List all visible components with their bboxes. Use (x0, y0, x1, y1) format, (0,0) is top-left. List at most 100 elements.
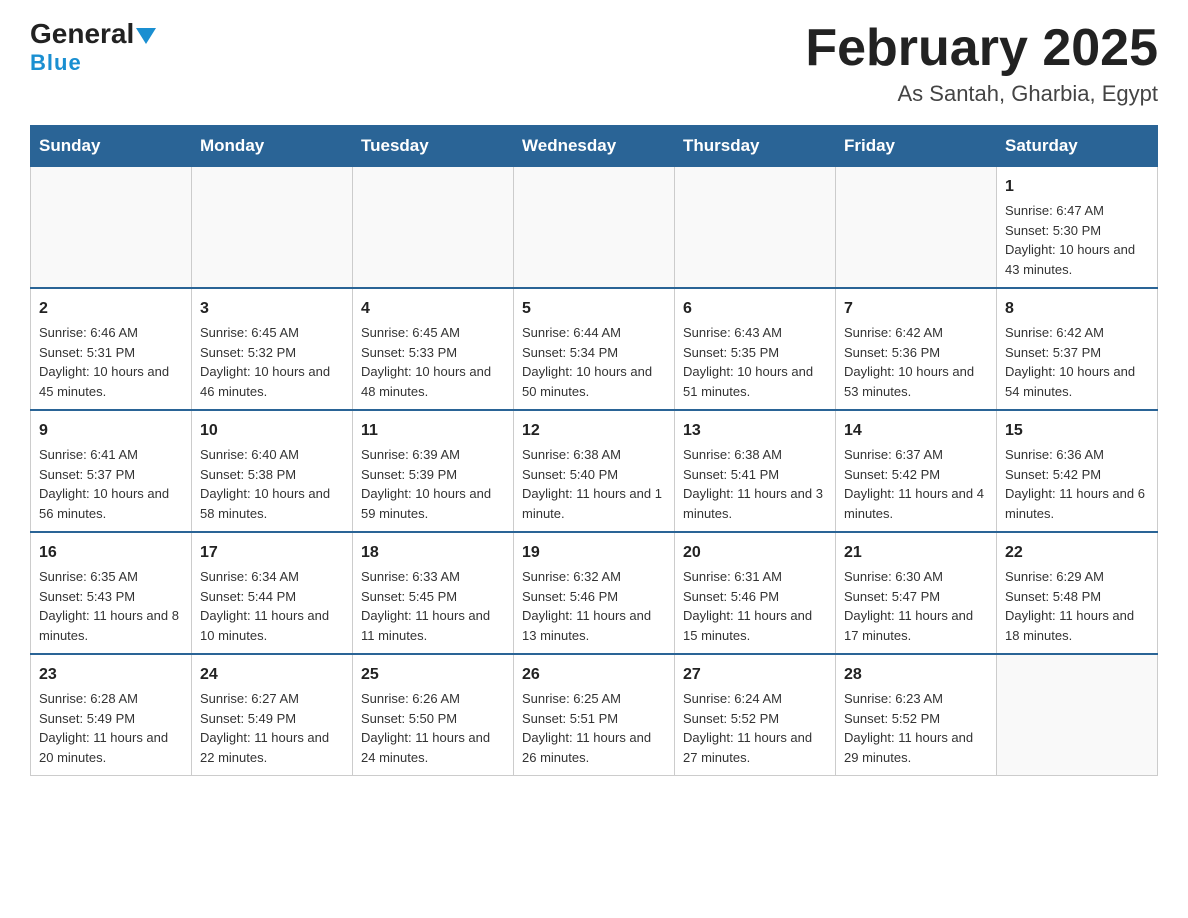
day-number: 15 (1005, 419, 1149, 443)
sun-info: Sunrise: 6:41 AMSunset: 5:37 PMDaylight:… (39, 445, 183, 523)
sun-info: Sunrise: 6:38 AMSunset: 5:40 PMDaylight:… (522, 445, 666, 523)
calendar-cell: 4Sunrise: 6:45 AMSunset: 5:33 PMDaylight… (353, 288, 514, 410)
day-number: 20 (683, 541, 827, 565)
calendar-title: February 2025 (805, 20, 1158, 77)
logo-triangle-icon (136, 28, 156, 44)
calendar-cell: 2Sunrise: 6:46 AMSunset: 5:31 PMDaylight… (31, 288, 192, 410)
sun-info: Sunrise: 6:46 AMSunset: 5:31 PMDaylight:… (39, 323, 183, 401)
calendar-cell: 1Sunrise: 6:47 AMSunset: 5:30 PMDaylight… (997, 167, 1158, 289)
day-number: 2 (39, 297, 183, 321)
day-number: 23 (39, 663, 183, 687)
day-number: 25 (361, 663, 505, 687)
calendar-cell (353, 167, 514, 289)
days-row: SundayMondayTuesdayWednesdayThursdayFrid… (31, 126, 1158, 167)
calendar-cell (192, 167, 353, 289)
page-header: General Blue February 2025 As Santah, Gh… (30, 20, 1158, 107)
calendar-cell (836, 167, 997, 289)
calendar-cell: 22Sunrise: 6:29 AMSunset: 5:48 PMDayligh… (997, 532, 1158, 654)
calendar-cell: 17Sunrise: 6:34 AMSunset: 5:44 PMDayligh… (192, 532, 353, 654)
calendar-cell: 18Sunrise: 6:33 AMSunset: 5:45 PMDayligh… (353, 532, 514, 654)
sun-info: Sunrise: 6:33 AMSunset: 5:45 PMDaylight:… (361, 567, 505, 645)
calendar-cell: 28Sunrise: 6:23 AMSunset: 5:52 PMDayligh… (836, 654, 997, 776)
sun-info: Sunrise: 6:47 AMSunset: 5:30 PMDaylight:… (1005, 201, 1149, 279)
day-number: 11 (361, 419, 505, 443)
sun-info: Sunrise: 6:40 AMSunset: 5:38 PMDaylight:… (200, 445, 344, 523)
sun-info: Sunrise: 6:29 AMSunset: 5:48 PMDaylight:… (1005, 567, 1149, 645)
day-number: 21 (844, 541, 988, 565)
day-header-tuesday: Tuesday (353, 126, 514, 167)
calendar-cell: 5Sunrise: 6:44 AMSunset: 5:34 PMDaylight… (514, 288, 675, 410)
day-number: 14 (844, 419, 988, 443)
calendar-cell: 20Sunrise: 6:31 AMSunset: 5:46 PMDayligh… (675, 532, 836, 654)
calendar-cell (31, 167, 192, 289)
day-number: 24 (200, 663, 344, 687)
calendar-cell (514, 167, 675, 289)
calendar-cell (675, 167, 836, 289)
day-number: 22 (1005, 541, 1149, 565)
sun-info: Sunrise: 6:28 AMSunset: 5:49 PMDaylight:… (39, 689, 183, 767)
calendar-cell: 25Sunrise: 6:26 AMSunset: 5:50 PMDayligh… (353, 654, 514, 776)
calendar-body: 1Sunrise: 6:47 AMSunset: 5:30 PMDaylight… (31, 167, 1158, 776)
day-number: 8 (1005, 297, 1149, 321)
calendar-cell: 23Sunrise: 6:28 AMSunset: 5:49 PMDayligh… (31, 654, 192, 776)
calendar-week-3: 9Sunrise: 6:41 AMSunset: 5:37 PMDaylight… (31, 410, 1158, 532)
calendar-cell: 11Sunrise: 6:39 AMSunset: 5:39 PMDayligh… (353, 410, 514, 532)
sun-info: Sunrise: 6:25 AMSunset: 5:51 PMDaylight:… (522, 689, 666, 767)
sun-info: Sunrise: 6:34 AMSunset: 5:44 PMDaylight:… (200, 567, 344, 645)
sun-info: Sunrise: 6:35 AMSunset: 5:43 PMDaylight:… (39, 567, 183, 645)
calendar-header: SundayMondayTuesdayWednesdayThursdayFrid… (31, 126, 1158, 167)
day-number: 9 (39, 419, 183, 443)
day-number: 18 (361, 541, 505, 565)
day-number: 12 (522, 419, 666, 443)
day-number: 26 (522, 663, 666, 687)
calendar-cell: 15Sunrise: 6:36 AMSunset: 5:42 PMDayligh… (997, 410, 1158, 532)
day-number: 19 (522, 541, 666, 565)
sun-info: Sunrise: 6:38 AMSunset: 5:41 PMDaylight:… (683, 445, 827, 523)
day-header-thursday: Thursday (675, 126, 836, 167)
sun-info: Sunrise: 6:44 AMSunset: 5:34 PMDaylight:… (522, 323, 666, 401)
sun-info: Sunrise: 6:43 AMSunset: 5:35 PMDaylight:… (683, 323, 827, 401)
sun-info: Sunrise: 6:42 AMSunset: 5:36 PMDaylight:… (844, 323, 988, 401)
sun-info: Sunrise: 6:27 AMSunset: 5:49 PMDaylight:… (200, 689, 344, 767)
day-number: 7 (844, 297, 988, 321)
day-header-sunday: Sunday (31, 126, 192, 167)
logo: General Blue (30, 20, 156, 76)
day-number: 13 (683, 419, 827, 443)
calendar-cell: 8Sunrise: 6:42 AMSunset: 5:37 PMDaylight… (997, 288, 1158, 410)
day-number: 16 (39, 541, 183, 565)
calendar-cell: 19Sunrise: 6:32 AMSunset: 5:46 PMDayligh… (514, 532, 675, 654)
day-header-wednesday: Wednesday (514, 126, 675, 167)
day-number: 17 (200, 541, 344, 565)
day-number: 4 (361, 297, 505, 321)
day-number: 1 (1005, 175, 1149, 199)
day-number: 3 (200, 297, 344, 321)
sun-info: Sunrise: 6:32 AMSunset: 5:46 PMDaylight:… (522, 567, 666, 645)
day-number: 6 (683, 297, 827, 321)
sun-info: Sunrise: 6:36 AMSunset: 5:42 PMDaylight:… (1005, 445, 1149, 523)
calendar-cell: 21Sunrise: 6:30 AMSunset: 5:47 PMDayligh… (836, 532, 997, 654)
calendar-cell (997, 654, 1158, 776)
calendar-title-block: February 2025 As Santah, Gharbia, Egypt (805, 20, 1158, 107)
calendar-subtitle: As Santah, Gharbia, Egypt (805, 81, 1158, 107)
calendar-cell: 6Sunrise: 6:43 AMSunset: 5:35 PMDaylight… (675, 288, 836, 410)
calendar-cell: 26Sunrise: 6:25 AMSunset: 5:51 PMDayligh… (514, 654, 675, 776)
calendar-cell: 12Sunrise: 6:38 AMSunset: 5:40 PMDayligh… (514, 410, 675, 532)
sun-info: Sunrise: 6:39 AMSunset: 5:39 PMDaylight:… (361, 445, 505, 523)
calendar-week-2: 2Sunrise: 6:46 AMSunset: 5:31 PMDaylight… (31, 288, 1158, 410)
calendar-cell: 9Sunrise: 6:41 AMSunset: 5:37 PMDaylight… (31, 410, 192, 532)
calendar-week-1: 1Sunrise: 6:47 AMSunset: 5:30 PMDaylight… (31, 167, 1158, 289)
calendar-cell: 16Sunrise: 6:35 AMSunset: 5:43 PMDayligh… (31, 532, 192, 654)
day-header-monday: Monday (192, 126, 353, 167)
sun-info: Sunrise: 6:37 AMSunset: 5:42 PMDaylight:… (844, 445, 988, 523)
calendar-cell: 13Sunrise: 6:38 AMSunset: 5:41 PMDayligh… (675, 410, 836, 532)
sun-info: Sunrise: 6:45 AMSunset: 5:33 PMDaylight:… (361, 323, 505, 401)
day-header-friday: Friday (836, 126, 997, 167)
sun-info: Sunrise: 6:24 AMSunset: 5:52 PMDaylight:… (683, 689, 827, 767)
day-number: 27 (683, 663, 827, 687)
day-number: 10 (200, 419, 344, 443)
day-header-saturday: Saturday (997, 126, 1158, 167)
sun-info: Sunrise: 6:42 AMSunset: 5:37 PMDaylight:… (1005, 323, 1149, 401)
day-number: 28 (844, 663, 988, 687)
logo-sub-text: Blue (30, 50, 82, 76)
calendar-cell: 3Sunrise: 6:45 AMSunset: 5:32 PMDaylight… (192, 288, 353, 410)
